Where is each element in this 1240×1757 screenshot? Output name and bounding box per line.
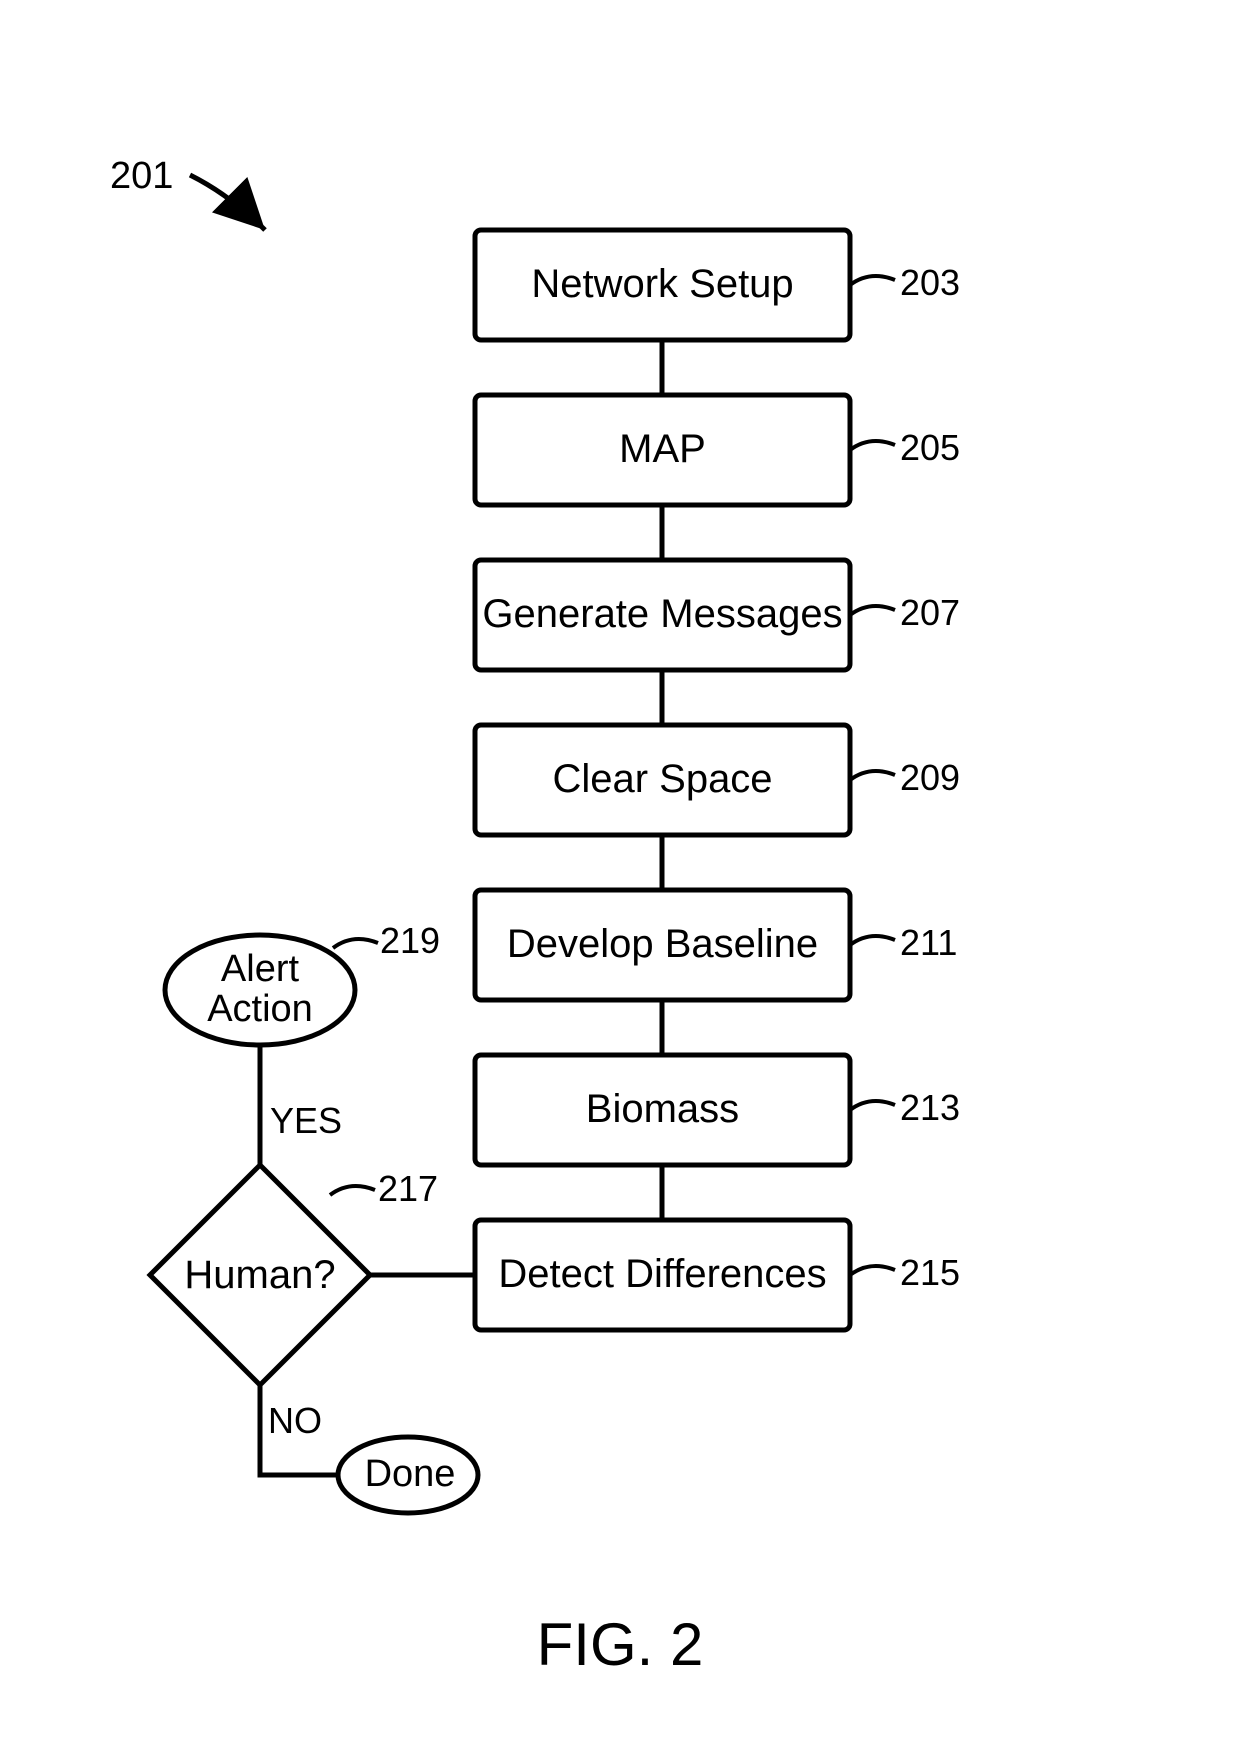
ref-205: 205 (900, 427, 960, 469)
ref-203: 203 (900, 262, 960, 304)
label-205: MAP (475, 427, 850, 472)
ref-219: 219 (380, 920, 440, 962)
ref-217: 217 (378, 1168, 438, 1210)
leader-203 (850, 276, 895, 285)
label-done: Done (350, 1455, 470, 1495)
label-211: Develop Baseline (475, 922, 850, 967)
figure-arrow (190, 175, 265, 230)
figure-caption: FIG. 2 (0, 1610, 1240, 1679)
label-217: Human? (180, 1253, 340, 1298)
figure-number: 201 (110, 155, 173, 198)
label-219: Alert Action (180, 950, 340, 1030)
leader-211 (850, 936, 895, 945)
leader-215 (850, 1266, 895, 1275)
label-213: Biomass (475, 1087, 850, 1132)
edge-label-no: NO (268, 1400, 322, 1442)
ref-207: 207 (900, 592, 960, 634)
ref-215: 215 (900, 1252, 960, 1294)
edge-label-yes: YES (270, 1100, 342, 1142)
leader-207 (850, 606, 895, 615)
leader-205 (850, 441, 895, 450)
label-203: Network Setup (475, 262, 850, 307)
label-215: Detect Differences (475, 1252, 850, 1297)
label-209: Clear Space (475, 757, 850, 802)
ref-209: 209 (900, 757, 960, 799)
leader-217 (330, 1186, 375, 1195)
ref-213: 213 (900, 1087, 960, 1129)
leader-219 (333, 939, 378, 948)
leader-209 (850, 771, 895, 780)
label-207: Generate Messages (475, 592, 850, 637)
ref-211: 211 (900, 922, 957, 964)
leader-213 (850, 1101, 895, 1110)
